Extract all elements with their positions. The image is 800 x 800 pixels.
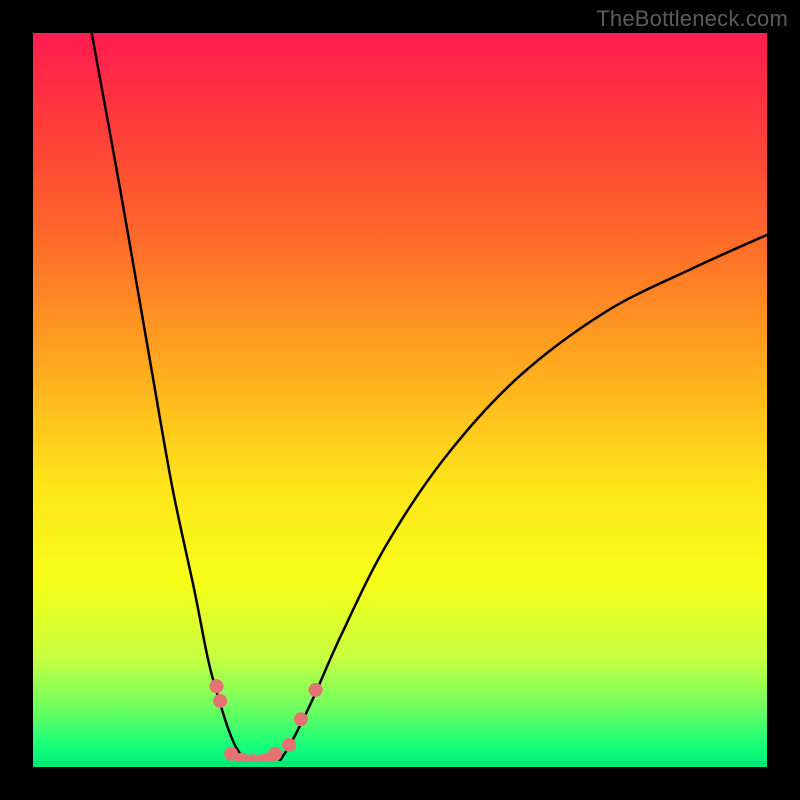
marker-dot: [210, 679, 224, 693]
watermark-text: TheBottleneck.com: [596, 6, 788, 32]
marker-dot: [213, 694, 227, 708]
marker-dot: [294, 712, 308, 726]
right-curve: [275, 235, 767, 767]
plot-area: [33, 33, 767, 767]
chart-frame: TheBottleneck.com: [0, 0, 800, 800]
marker-dot: [268, 747, 282, 761]
left-curve: [92, 33, 250, 767]
marker-dot: [309, 683, 323, 697]
bottom-edge-highlight: [33, 761, 767, 767]
marker-dot: [282, 738, 296, 752]
chart-svg: [33, 33, 767, 767]
